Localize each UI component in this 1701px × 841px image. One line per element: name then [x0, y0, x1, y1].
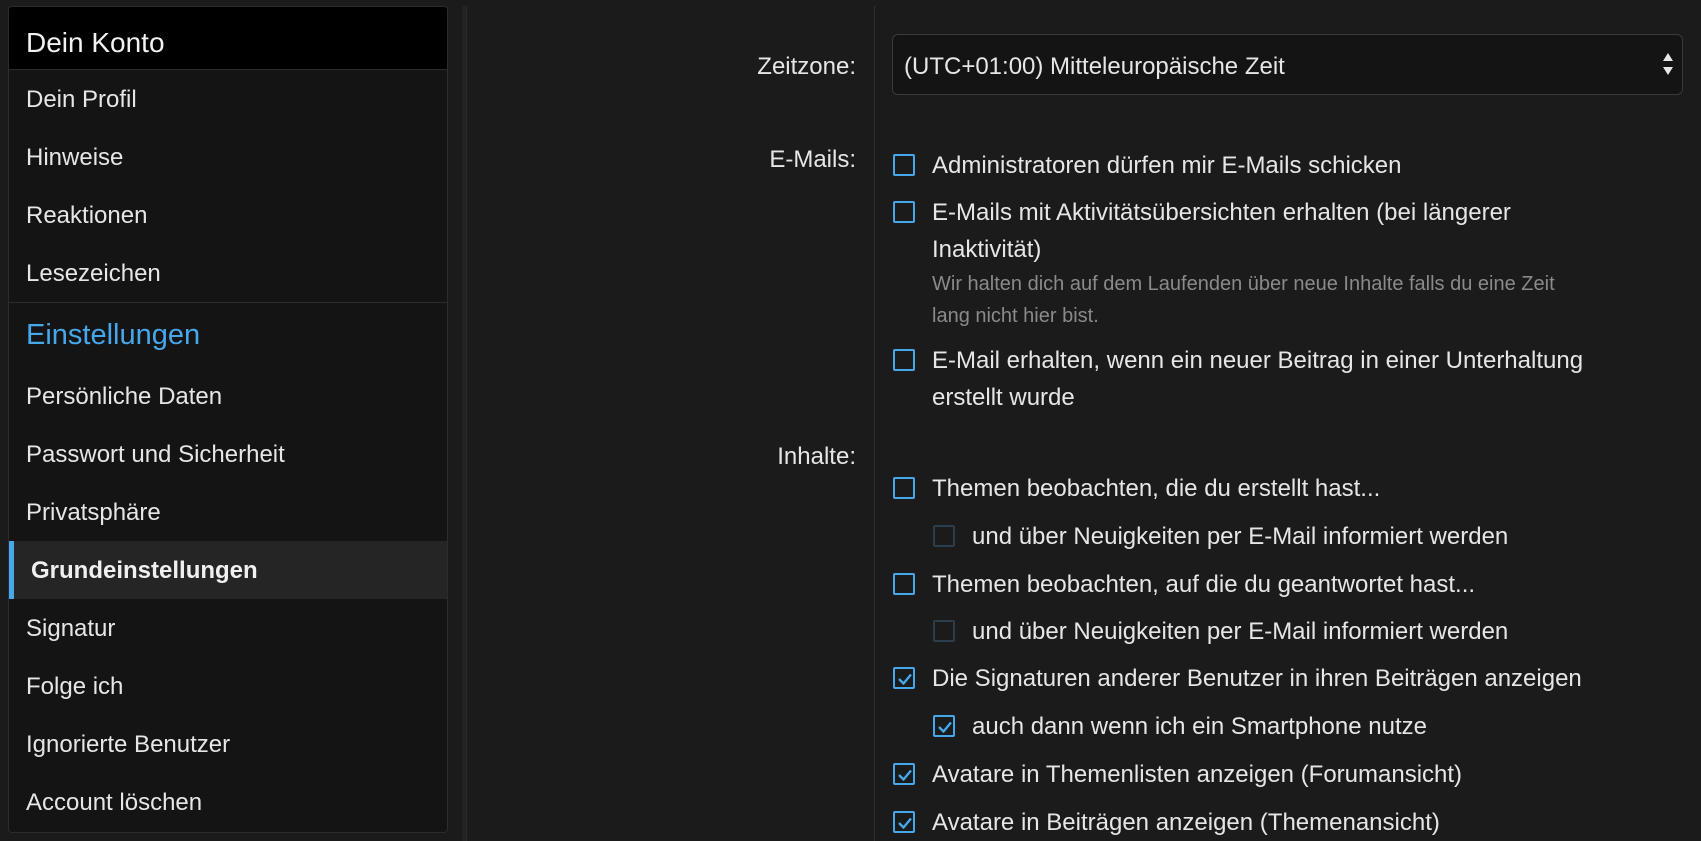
checkbox-show-signatures-label: Die Signaturen anderer Benutzer in ihren… [932, 665, 1582, 692]
sidebar-item-signature[interactable]: Signatur [9, 599, 447, 657]
timezone-label: Zeitzone: [757, 53, 856, 80]
checkbox-conversation-emails[interactable] [893, 349, 915, 371]
checkbox-watch-replied-threads-label: Themen beobachten, auf die du geantworte… [932, 571, 1476, 598]
sidebar-header: Dein Konto [9, 7, 447, 70]
timezone-select-value: (UTC+01:00) Mitteleuropäische Zeit [904, 53, 1285, 80]
checkbox-conversation-emails-label-line1: E-Mail erhalten, wenn ein neuer Beitrag … [932, 347, 1584, 374]
checkbox-avatars-posts-label: Avatare in Beiträgen anzeigen (Themenans… [932, 809, 1440, 836]
checkbox-watch-replied-threads[interactable] [893, 573, 915, 595]
checkmark-icon [898, 769, 912, 782]
sidebar-item-alerts[interactable]: Hinweise [9, 128, 447, 186]
checkbox-watch-created-threads-label: Themen beobachten, die du erstellt hast.… [932, 475, 1381, 502]
checkbox-watch-created-email[interactable] [933, 525, 955, 547]
checkbox-activity-summary-label-line1: E-Mails mit Aktivitätsübersichten erhalt… [932, 199, 1511, 226]
timezone-select[interactable]: (UTC+01:00) Mitteleuropäische Zeit [892, 34, 1683, 95]
sidebar-item-profile[interactable]: Dein Profil [9, 70, 447, 128]
content-label: Inhalte: [777, 443, 856, 470]
account-sidebar: Dein Konto Dein Profil Hinweise Reaktion… [8, 6, 448, 833]
sidebar-item-reactions[interactable]: Reaktionen [9, 186, 447, 244]
checkbox-avatars-thread-list-label: Avatare in Themenlisten anzeigen (Foruma… [932, 761, 1463, 788]
select-arrows-icon [1663, 53, 1673, 75]
checkbox-watch-created-email-label: und über Neuigkeiten per E-Mail informie… [972, 523, 1509, 550]
sidebar-item-privacy[interactable]: Privatsphäre [9, 483, 447, 541]
checkbox-watch-created-threads[interactable] [893, 477, 915, 499]
form-label-column: Zeitzone: E-Mails: Inhalte: [467, 6, 875, 841]
sidebar-item-following[interactable]: Folge ich [9, 657, 447, 715]
sidebar-heading-settings: Einstellungen [26, 319, 201, 351]
checkmark-icon [898, 817, 912, 830]
sidebar-item-personal-details[interactable]: Persönliche Daten [9, 367, 447, 425]
activity-summary-hint-line1: Wir halten dich auf dem Laufenden über n… [932, 273, 1555, 295]
checkbox-avatars-thread-list[interactable] [893, 763, 915, 785]
checkbox-activity-summary[interactable] [893, 201, 915, 223]
checkbox-activity-summary-label-line2: Inaktivität) [932, 236, 1042, 263]
sidebar-item-ignored-users[interactable]: Ignorierte Benutzer [9, 715, 447, 773]
checkbox-watch-replied-email[interactable] [933, 620, 955, 642]
checkbox-watch-replied-email-label: und über Neuigkeiten per E-Mail informie… [972, 618, 1509, 645]
checkmark-icon [938, 721, 952, 734]
preferences-form: Zeitzone: E-Mails: Inhalte: (UTC+01:00) … [466, 6, 1701, 841]
activity-summary-hint-line2: lang nicht hier bist. [932, 305, 1099, 327]
sidebar-item-password-security[interactable]: Passwort und Sicherheit [9, 425, 447, 483]
sidebar-item-bookmarks[interactable]: Lesezeichen [9, 244, 447, 302]
sidebar-item-preferences[interactable]: Grundeinstellungen [9, 541, 447, 599]
checkbox-avatars-posts[interactable] [893, 811, 915, 833]
checkmark-icon [898, 673, 912, 686]
checkbox-admin-emails-label: Administratoren dürfen mir E-Mails schic… [932, 152, 1402, 179]
checkbox-signatures-smartphone[interactable] [933, 715, 955, 737]
checkbox-conversation-emails-label-line2: erstellt wurde [932, 384, 1075, 411]
checkbox-admin-emails[interactable] [893, 154, 915, 176]
checkbox-show-signatures[interactable] [893, 667, 915, 689]
checkbox-signatures-smartphone-label: auch dann wenn ich ein Smartphone nutze [972, 713, 1427, 740]
emails-label: E-Mails: [769, 146, 856, 173]
sidebar-item-delete-account[interactable]: Account löschen [9, 773, 447, 831]
